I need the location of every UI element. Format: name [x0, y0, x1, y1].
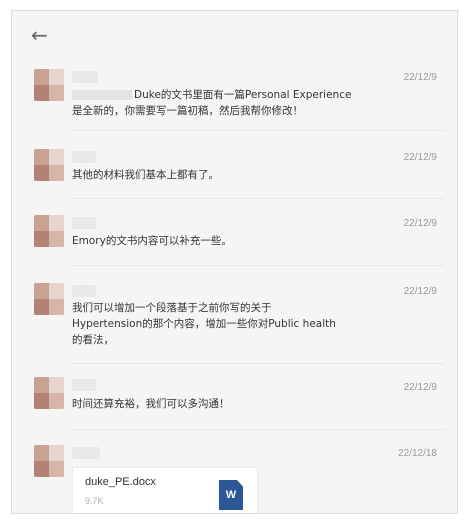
- file-attachment-card[interactable]: duke_PE.docx 9.7K W: [72, 467, 258, 513]
- redacted-text: [72, 90, 132, 100]
- message-text: Emory的文书内容可以补充一些。: [72, 235, 232, 247]
- message-date: 22/12/9: [403, 382, 437, 393]
- sender-name-blurred: [72, 379, 96, 391]
- sender-name-blurred: [72, 71, 98, 83]
- avatar[interactable]: [34, 69, 64, 101]
- message-text: 我们可以增加一个段落基于之前你写的关于 Hypertension的那个内容，增加…: [72, 302, 336, 346]
- sender-name-blurred: [72, 217, 96, 229]
- divider: [72, 363, 445, 364]
- divider: [72, 130, 445, 131]
- avatar[interactable]: [34, 149, 64, 181]
- avatar[interactable]: [34, 283, 64, 315]
- message-text: 其他的材料我们基本上都有了。: [72, 169, 219, 181]
- message-date: 22/12/9: [403, 72, 437, 83]
- avatar[interactable]: [34, 215, 64, 247]
- file-size: 9.7K: [85, 496, 104, 506]
- divider: [72, 265, 445, 266]
- message-date: 22/12/9: [403, 218, 437, 229]
- message-text: 时间还算充裕，我们可以多沟通！: [72, 398, 230, 410]
- chat-window: ← 22/12/9 Duke的文书里面有一篇Personal Experienc…: [11, 10, 458, 514]
- back-arrow-icon[interactable]: ←: [31, 24, 53, 46]
- word-document-icon: W: [219, 480, 243, 510]
- sender-name-blurred: [72, 447, 100, 459]
- message-date: 22/12/9: [403, 152, 437, 163]
- message-date: 22/12/9: [403, 286, 437, 297]
- divider: [72, 198, 445, 199]
- message-date: 22/12/18: [398, 448, 437, 459]
- file-name: duke_PE.docx: [85, 476, 156, 488]
- avatar[interactable]: [34, 377, 64, 409]
- sender-name-blurred: [72, 285, 96, 297]
- sender-name-blurred: [72, 151, 96, 163]
- message-text: Duke的文书里面有一篇Personal Experience 是全新的，你需要…: [72, 87, 367, 119]
- avatar[interactable]: [34, 445, 64, 477]
- divider: [72, 429, 445, 430]
